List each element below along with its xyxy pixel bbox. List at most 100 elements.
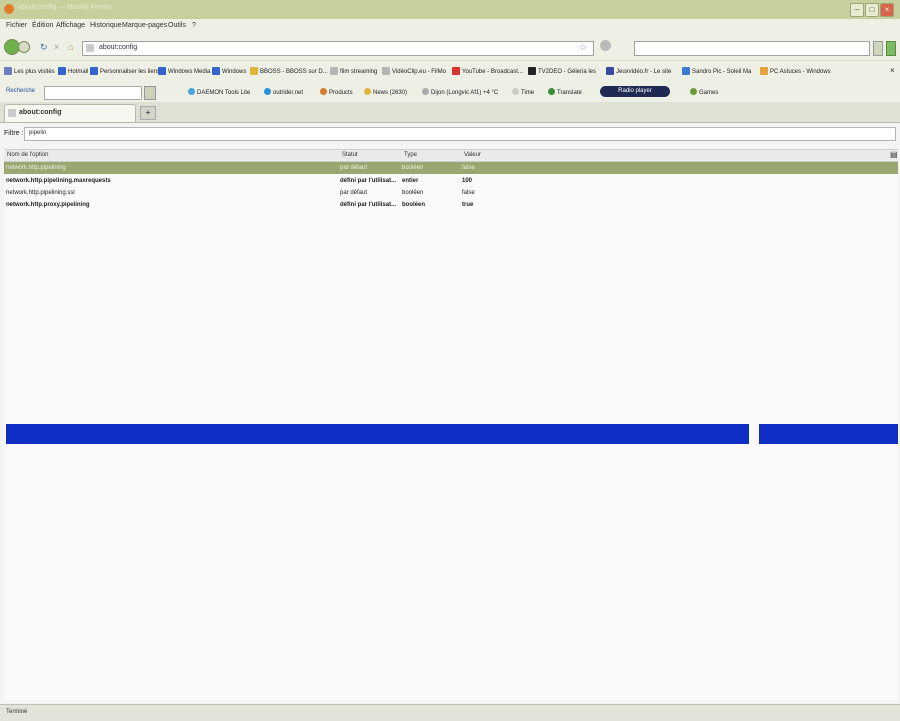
menu-item-view[interactable]: Affichage (56, 22, 85, 29)
bookmark-icon (4, 67, 12, 75)
filter-label: Filtre : (4, 130, 24, 137)
column-header-status[interactable]: Statut (342, 152, 358, 158)
radio-player-button[interactable]: Radio player (600, 86, 670, 97)
menu-item-tools[interactable]: Outils (168, 22, 186, 29)
menu-item-edit[interactable]: Édition (32, 22, 53, 29)
bookmark-icon (682, 67, 690, 75)
bookmark-item[interactable]: YouTube - Broadcast... (452, 67, 523, 75)
filter-input[interactable]: pipelin (24, 127, 896, 141)
page-icon (8, 109, 16, 117)
pref-value: false (462, 190, 475, 196)
pref-status: défini par l'utilisat... (340, 178, 397, 184)
bookmark-icon (90, 67, 98, 75)
toolbar-search-input[interactable] (44, 86, 142, 100)
menu-item-bookmarks[interactable]: Marque-pages (122, 22, 167, 29)
pref-name: network.http.pipelining.ssl (6, 190, 75, 196)
gear-icon[interactable] (600, 40, 611, 51)
filter-row: Filtre : pipelin (0, 126, 900, 142)
pref-name: network.http.proxy.pipelining (6, 202, 90, 208)
reload-icon[interactable]: ↻ (40, 42, 48, 53)
url-bar[interactable]: about:config ☆ (82, 41, 594, 56)
minimize-button[interactable]: – (850, 3, 864, 17)
column-header-type[interactable]: Type (404, 152, 417, 158)
maximize-button[interactable]: □ (865, 3, 879, 17)
page-icon (86, 44, 94, 52)
new-tab-button[interactable]: + (140, 106, 156, 120)
star-icon[interactable]: ☆ (579, 42, 587, 53)
toolbar-item[interactable]: outrider.net (264, 88, 303, 96)
pref-value: 100 (462, 178, 473, 184)
bookmark-icon (606, 67, 614, 75)
pref-name: network.http.pipelining (6, 165, 66, 171)
pref-type: booléen (402, 190, 424, 196)
title-bar: about:config — Mozilla Firefox – □ × (0, 0, 900, 20)
bookmark-item[interactable]: Hotmail (58, 67, 88, 75)
toolbar-item[interactable]: Dijon (Longvic Af1) +4 °C (422, 88, 498, 96)
news-icon (364, 88, 371, 95)
pref-value: true (462, 202, 474, 208)
pref-status: par défaut (340, 190, 368, 196)
bookmark-icon (250, 67, 258, 75)
bookmark-item[interactable]: Windows (212, 67, 246, 75)
url-text: about:config (99, 44, 138, 51)
toolbar-item[interactable]: Translate (548, 88, 582, 96)
products-icon (320, 88, 327, 95)
search-input[interactable] (634, 41, 870, 56)
toolbar-item[interactable]: Games (690, 88, 718, 96)
table-row[interactable]: network.http.pipelining.maxrequests défi… (4, 175, 898, 187)
window-title: about:config — Mozilla Firefox (18, 4, 113, 11)
tab-strip: about:config + (0, 102, 900, 123)
site-icon (264, 88, 271, 95)
bookmark-item[interactable]: Sandro Pic - Soleil Ma (682, 67, 751, 75)
bookmark-item[interactable]: TV2DEO - Géleria les (528, 67, 596, 75)
pref-status: défini par l'utilisat... (340, 202, 397, 208)
toolbar-item[interactable]: News (2630) (364, 88, 407, 96)
menu-item-history[interactable]: Historique (90, 22, 122, 29)
table-row[interactable]: network.http.pipelining par défaut boolé… (4, 162, 898, 174)
status-bar: Terminé (0, 704, 900, 721)
table-row[interactable]: network.http.proxy.pipelining défini par… (4, 199, 898, 211)
bookmark-icon (382, 67, 390, 75)
navigation-bar: ↻ × ⌂ about:config ☆ (0, 34, 900, 60)
bookmark-item[interactable]: Jeuxvidéo.fr - Le site (606, 67, 671, 75)
menu-item-help[interactable]: ? (192, 22, 196, 29)
stop-icon[interactable]: × (54, 42, 59, 52)
weather-icon (422, 88, 429, 95)
bookmarks-toolbar: Les plus visités Hotmail Personnaliser l… (0, 60, 900, 83)
table-row[interactable]: network.http.pipelining.ssl par défaut b… (4, 187, 898, 199)
column-header-value[interactable]: Valeur (464, 152, 481, 158)
toolbar-search-button[interactable] (144, 86, 156, 100)
status-text: Terminé (6, 709, 28, 715)
close-toolbar-icon[interactable]: × (890, 66, 895, 75)
close-button[interactable]: × (880, 3, 894, 17)
bookmark-item[interactable]: BBOSS - BBOSS sur D... (250, 67, 328, 75)
extension-icon[interactable] (886, 41, 896, 56)
pref-status: par défaut (340, 165, 368, 171)
bookmark-icon (58, 67, 66, 75)
pref-value: false (462, 165, 475, 171)
bookmark-icon (212, 67, 220, 75)
bookmark-item[interactable]: Personnaliser les liens (90, 67, 160, 75)
daemon-icon (188, 88, 195, 95)
search-engine-button[interactable] (873, 41, 883, 56)
forward-button[interactable] (18, 41, 30, 53)
bookmark-item[interactable]: VidéoClip.eu - FilMo (382, 67, 446, 75)
bookmark-icon (330, 67, 338, 75)
menu-item-file[interactable]: Fichier (6, 22, 27, 29)
clock-icon (512, 88, 519, 95)
column-header-name[interactable]: Nom de l'option (7, 152, 49, 158)
home-icon[interactable]: ⌂ (68, 42, 73, 52)
bookmark-item[interactable]: Les plus visités (4, 67, 55, 75)
bookmark-item[interactable]: PC Astuces - Windows (760, 67, 831, 75)
toolbar-item[interactable]: Time (512, 88, 534, 96)
toolbar-item[interactable]: Products (320, 88, 353, 96)
bookmark-item[interactable]: film streaming (330, 67, 377, 75)
bookmark-icon (528, 67, 536, 75)
bookmark-item[interactable]: Windows Media (158, 67, 210, 75)
pref-name: network.http.pipelining.maxrequests (6, 178, 111, 184)
column-picker-icon[interactable]: ▤ (890, 150, 898, 159)
tab-about-config[interactable]: about:config (4, 104, 136, 122)
toolbar-item[interactable]: DAEMON Tools Lite (188, 88, 250, 96)
addon-toolbar: Recherche DAEMON Tools Lite outrider.net… (0, 82, 900, 103)
menu-bar: Fichier Édition Affichage Historique Mar… (0, 19, 900, 34)
